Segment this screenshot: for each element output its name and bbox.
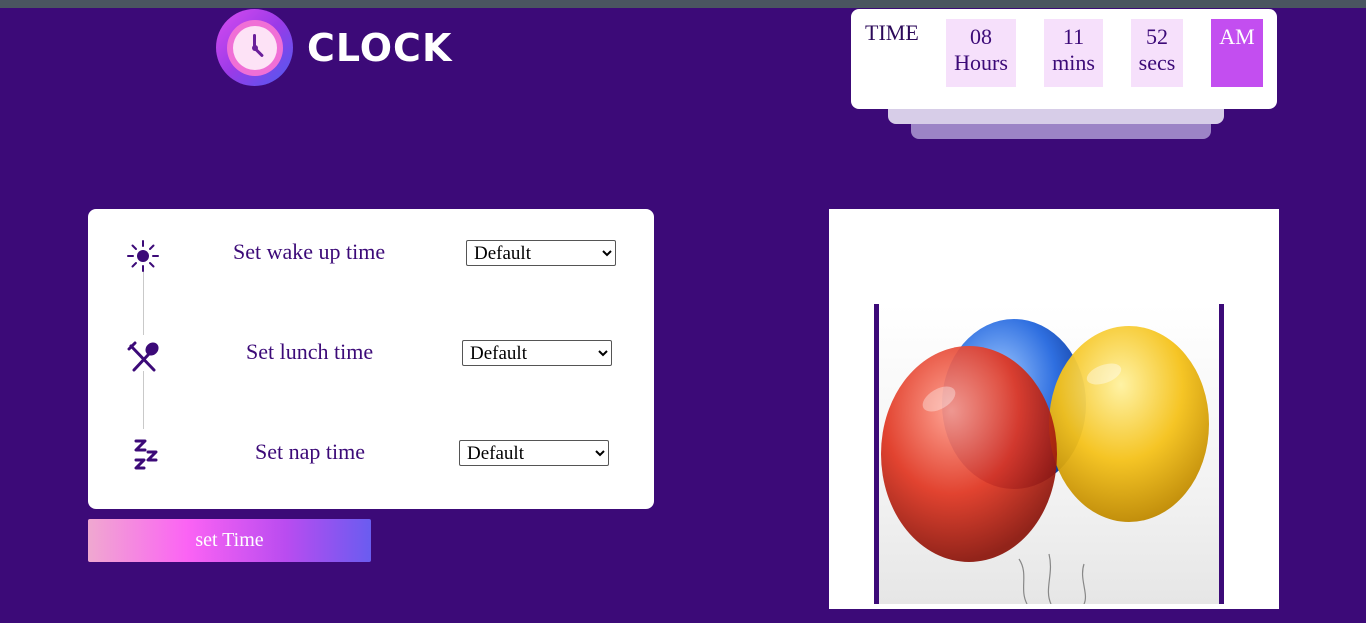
fork-spoon-icon [127,341,159,372]
wake-up-label: Set wake up time [233,239,386,264]
balloons-illustration [881,319,1209,605]
logo: CLOCK [216,9,452,86]
sun-icon [127,240,159,272]
hours-box: 08 Hours [946,19,1016,87]
balloons-image [874,304,1224,605]
time-display: TIME 08 Hours 11 mins 52 secs AM [851,9,1277,109]
ampm-value: AM [1219,24,1255,49]
clock-logo-icon [216,9,293,86]
mins-unit: mins [1052,50,1095,75]
timeline-connector [143,269,144,335]
top-strip [0,0,1366,8]
ampm-box: AM [1211,19,1263,87]
secs-unit: secs [1138,50,1176,75]
wake-up-select[interactable]: Default [466,240,616,266]
mins-value: 11 [1062,24,1085,49]
hours-value: 08 [970,24,992,49]
hours-unit: Hours [954,50,1008,75]
timeline-connector [143,371,144,429]
time-label: TIME [865,20,919,45]
logo-text: CLOCK [307,25,453,70]
settings-card: Set wake up time Default Set lunch time … [88,209,654,509]
secs-box: 52 secs [1131,19,1183,87]
nap-label: Set nap time [255,439,365,464]
image-panel [829,209,1279,609]
lunch-label: Set lunch time [246,339,374,364]
zzz-icon [134,439,158,470]
set-time-button[interactable]: set Time [88,519,371,562]
secs-value: 52 [1146,24,1168,49]
lunch-select[interactable]: Default [462,340,612,366]
mins-box: 11 mins [1044,19,1103,87]
nap-select[interactable]: Default [459,440,609,466]
